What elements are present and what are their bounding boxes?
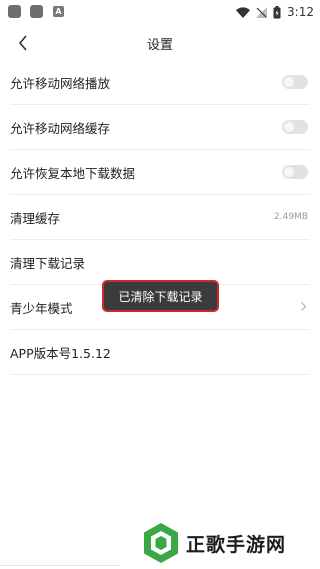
- wifi-icon: [236, 6, 251, 18]
- settings-list: 允许移动网络播放 允许移动网络缓存 允许恢复本地下载数据 清理缓存 2.49MB…: [10, 60, 310, 375]
- setting-label: 允许恢复本地下载数据: [10, 165, 136, 181]
- setting-restore-downloads[interactable]: 允许恢复本地下载数据: [10, 150, 310, 195]
- divider: [0, 565, 120, 566]
- watermark-text: 正歌手游网: [186, 533, 287, 556]
- no-signal-icon: [256, 6, 268, 18]
- setting-label: 允许移动网络播放: [10, 75, 111, 91]
- setting-label: 清理下载记录: [10, 255, 86, 271]
- setting-mobile-cache[interactable]: 允许移动网络缓存: [10, 105, 310, 150]
- setting-label: APP版本号1.5.12: [10, 345, 111, 361]
- setting-mobile-play[interactable]: 允许移动网络播放: [10, 60, 310, 105]
- setting-clear-download-history[interactable]: 清理下载记录: [10, 240, 310, 285]
- notification-icon: [30, 5, 43, 18]
- chevron-right-icon: [301, 301, 307, 314]
- status-time: 3:12: [287, 5, 314, 19]
- mobile-cache-toggle[interactable]: [282, 120, 308, 134]
- setting-app-version: APP版本号1.5.12: [10, 330, 310, 375]
- setting-label: 允许移动网络缓存: [10, 120, 111, 136]
- battery-icon: [273, 5, 281, 18]
- watermark: 正歌手游网: [142, 520, 286, 566]
- cache-size-value: 2.49MB: [274, 212, 308, 222]
- site-logo-icon: [144, 523, 178, 563]
- restore-downloads-toggle[interactable]: [282, 165, 308, 179]
- setting-clear-cache[interactable]: 清理缓存 2.49MB: [10, 195, 310, 240]
- notification-letter-icon: A: [53, 6, 64, 17]
- setting-label: 清理缓存: [10, 210, 61, 226]
- status-indicators: 3:12: [236, 3, 314, 21]
- mobile-play-toggle[interactable]: [282, 75, 308, 89]
- page-title: 设置: [146, 38, 173, 53]
- status-bar: A 3:12: [0, 0, 320, 24]
- nav-bar: 设置: [0, 26, 320, 60]
- notification-icon: [8, 5, 21, 18]
- toast-message: 已清除下载记录: [102, 280, 219, 312]
